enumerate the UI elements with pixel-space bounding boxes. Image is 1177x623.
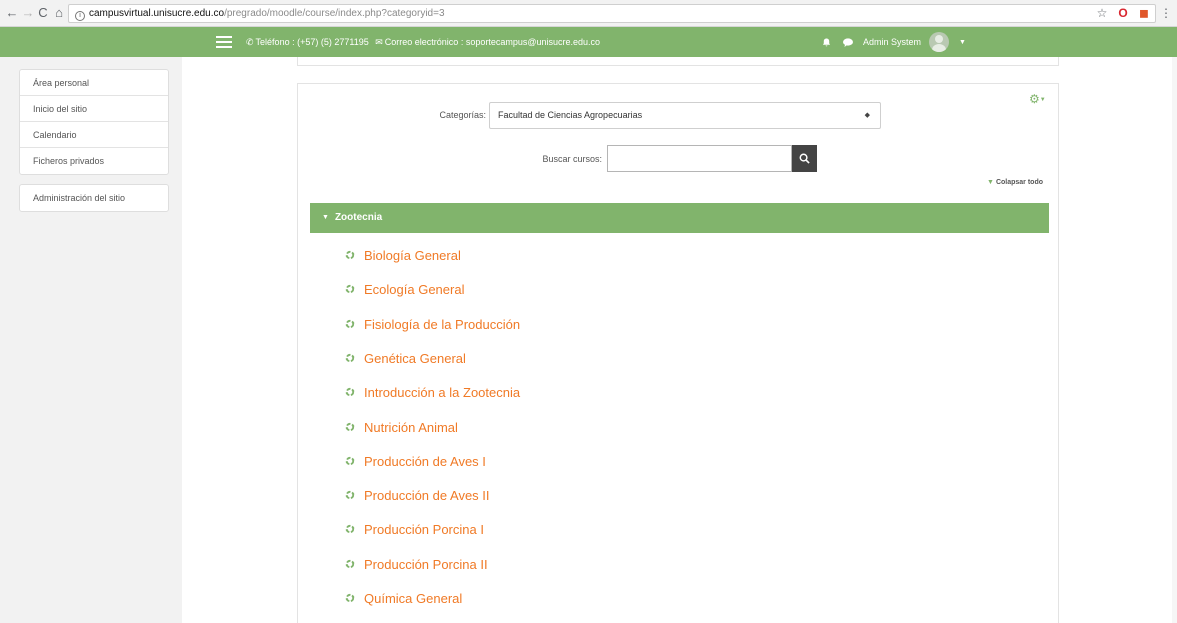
course-link[interactable]: Introducción a la Zootecnia [364,385,520,400]
course-link[interactable]: Fisiología de la Producción [364,317,520,332]
course-item[interactable]: Ecología General [345,280,464,298]
nav-item-administracion[interactable]: Administración del sitio [20,185,168,211]
envelope-icon: ✉ [375,37,383,47]
course-item[interactable]: Producción Porcina II [345,555,488,573]
course-recycle-icon [345,319,355,329]
nav-drawer: Área personal Inicio del sitio Calendari… [0,57,182,623]
phone-icon: ✆ [246,37,254,47]
bookmark-star-icon[interactable]: ☆ [1094,4,1110,22]
course-item[interactable]: Producción de Aves I [345,452,486,470]
search-label: Buscar cursos: [542,154,602,164]
category-select[interactable]: Facultad de Ciencias Agropecuarias ◆ [489,102,881,129]
admin-nav-block: Administración del sitio [19,184,169,212]
user-area: Admin System ▼ [822,32,966,52]
nav-item-calendario[interactable]: Calendario [20,122,168,148]
course-link[interactable]: Genética General [364,351,466,366]
user-name[interactable]: Admin System [863,37,921,47]
hamburger-menu-icon[interactable] [216,36,232,48]
course-link[interactable]: Producción Porcina I [364,522,484,537]
search-courses-input[interactable] [607,145,792,172]
site-info-icon[interactable]: i [75,11,85,21]
reload-icon[interactable]: C [35,4,51,22]
course-item[interactable]: Fisiología de la Producción [345,315,520,333]
address-bar[interactable]: i campusvirtual.unisucre.edu.co/pregrado/… [68,4,1156,23]
site-navbar: ✆ Teléfono : (+57) (5) 2771195 ✉ Correo el… [0,27,1177,57]
page-scrollbar[interactable] [1172,57,1177,623]
course-link[interactable]: Producción de Aves II [364,488,490,503]
course-recycle-icon [345,387,355,397]
avatar[interactable] [929,32,950,52]
course-recycle-icon [345,559,355,569]
email-text: Correo electrónico : soportecampus@unisu… [384,37,601,47]
course-recycle-icon [345,524,355,534]
settings-gear-icon[interactable]: ⚙▼ [1029,93,1051,105]
course-recycle-icon [345,250,355,260]
course-recycle-icon [345,353,355,363]
search-icon [799,153,810,164]
triangle-down-icon: ▼ [322,214,329,221]
primary-nav-block: Área personal Inicio del sitio Calendari… [19,69,169,175]
search-button[interactable] [792,145,817,172]
select-arrows-icon: ◆ [864,112,870,119]
category-header-zootecnia[interactable]: ▼ Zootecnia [310,203,1049,233]
user-menu-caret-icon[interactable]: ▼ [959,39,966,46]
nav-item-area-personal[interactable]: Área personal [20,70,168,96]
course-recycle-icon [345,593,355,603]
collapse-all-text: Colapsar todo [995,179,1043,186]
category-name: Zootecnia [334,212,383,223]
course-recycle-icon [345,422,355,432]
course-item[interactable]: Introducción a la Zootecnia [345,383,520,401]
course-item[interactable]: Genética General [345,349,466,367]
course-link[interactable]: Ecología General [364,282,464,297]
category-selected-value: Facultad de Ciencias Agropecuarias [498,110,643,120]
nav-item-ficheros-privados[interactable]: Ficheros privados [20,148,168,174]
course-link[interactable]: Biología General [364,248,461,263]
course-item[interactable]: Producción Porcina I [345,520,484,538]
course-link[interactable]: Producción Porcina II [364,557,488,572]
message-icon[interactable] [843,37,853,47]
course-recycle-icon [345,284,355,294]
contact-info: ✆ Teléfono : (+57) (5) 2771195 ✉ Correo el… [244,35,600,49]
triangle-down-icon: ▼ [987,179,994,186]
nav-item-inicio-sitio[interactable]: Inicio del sitio [20,96,168,122]
browser-toolbar: ← → C ⌂ i campusvirtual.unisucre.edu.co/p… [0,0,1177,27]
office-extension-icon[interactable]: ◼ [1136,4,1152,22]
phone-text: Teléfono : (+57) (5) 2771195 [255,37,369,47]
course-item[interactable]: Biología General [345,246,461,264]
opera-extension-icon[interactable]: O [1115,4,1131,22]
home-icon[interactable]: ⌂ [51,4,67,22]
collapse-all-link[interactable]: ▼ Colapsar todo [987,179,1043,186]
forward-arrow-icon[interactable]: → [20,4,36,22]
course-link[interactable]: Nutrición Animal [364,420,458,435]
course-item[interactable]: Nutrición Animal [345,418,458,436]
category-label: Categorías: [439,110,486,120]
back-arrow-icon[interactable]: ← [4,4,20,22]
course-recycle-icon [345,456,355,466]
course-item[interactable]: Producción de Aves II [345,486,490,504]
course-item[interactable]: Química General [345,589,462,607]
url-host: campusvirtual.unisucre.edu.co [89,8,225,19]
bell-icon[interactable] [822,37,831,47]
course-recycle-icon [345,490,355,500]
url-path: /pregrado/moodle/course/index.php?catego… [224,8,445,19]
course-link[interactable]: Producción de Aves I [364,454,486,469]
header-card [297,57,1059,66]
browser-menu-icon[interactable]: ⋮ [1158,4,1174,22]
course-link[interactable]: Química General [364,591,462,606]
